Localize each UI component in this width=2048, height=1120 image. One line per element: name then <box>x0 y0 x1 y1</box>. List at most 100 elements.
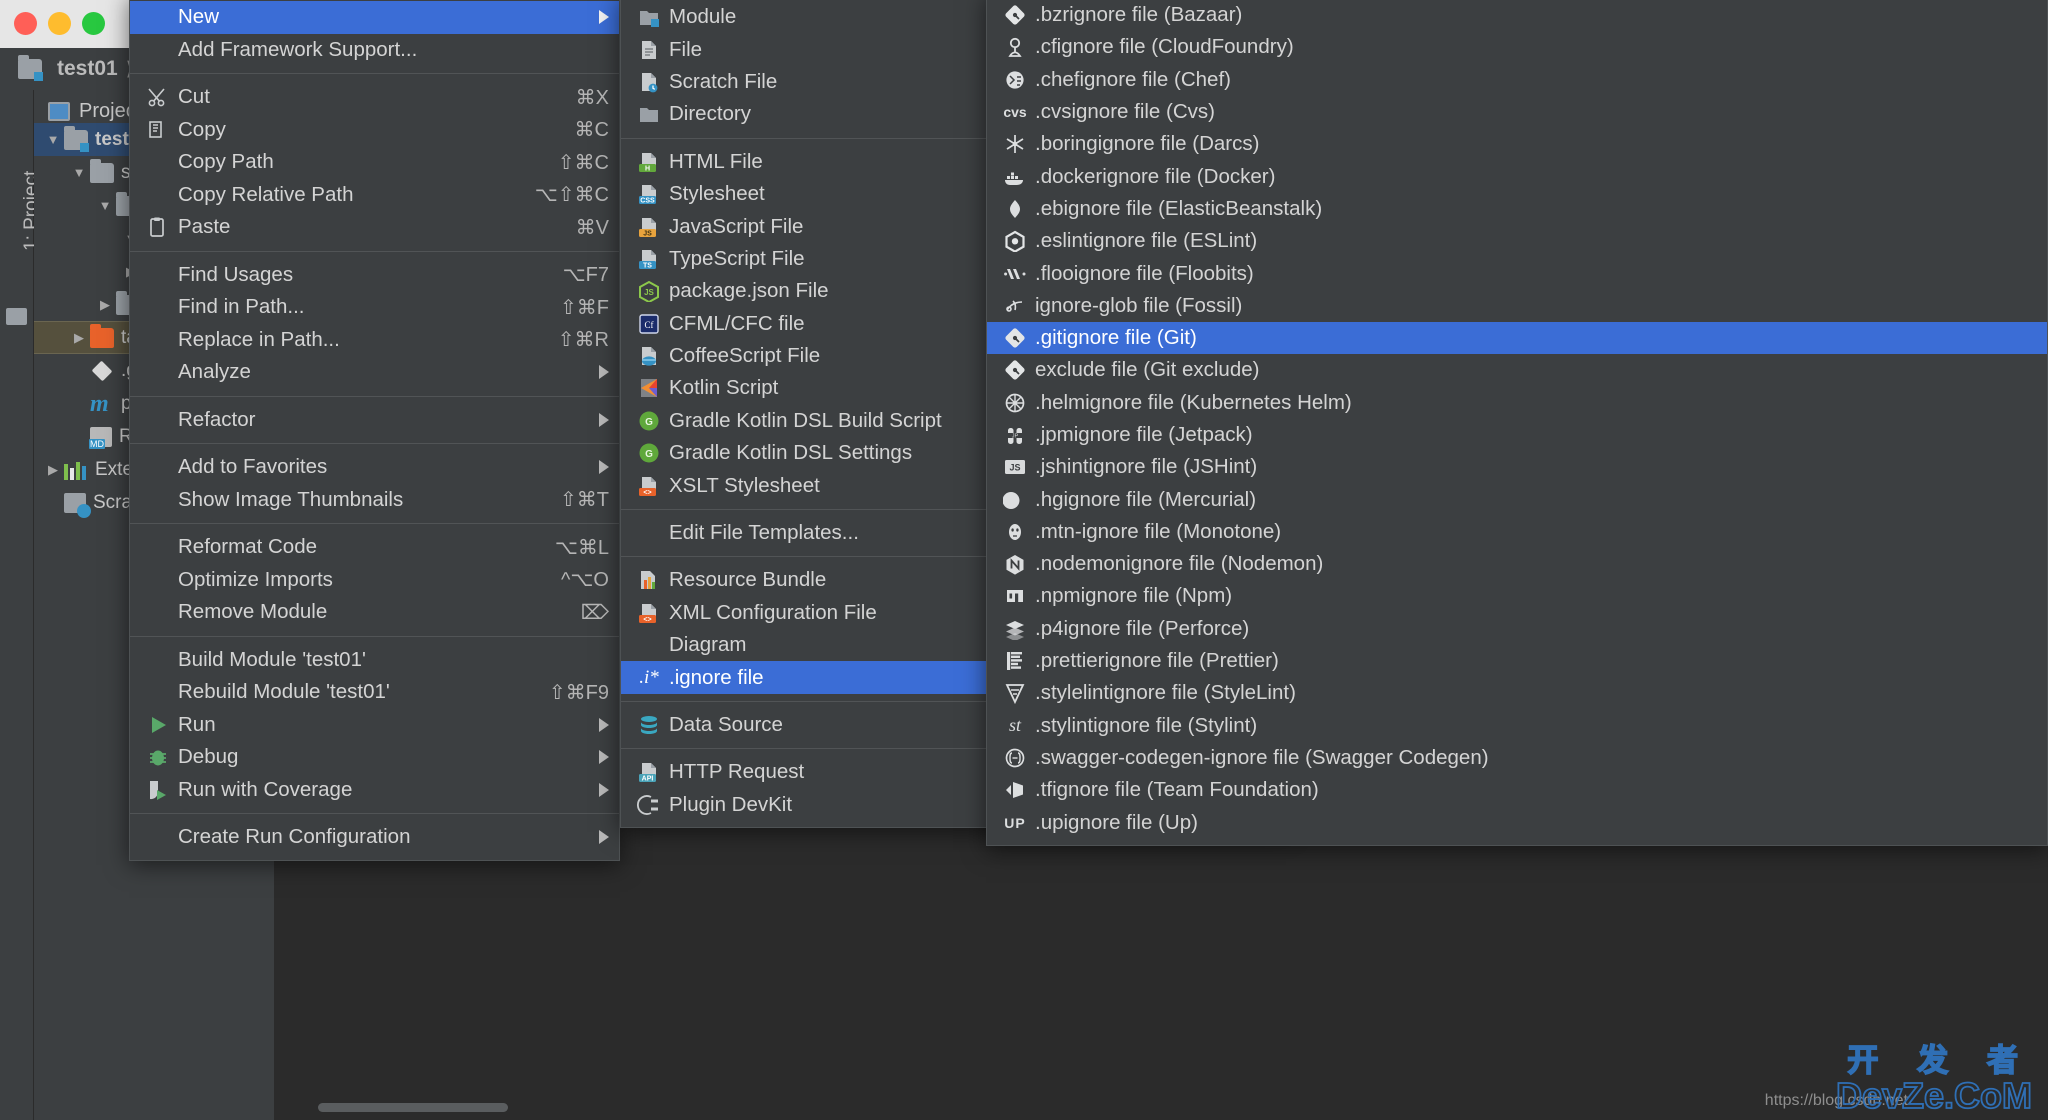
context-menu[interactable]: New Add Framework Support... Cut ⌘X Copy ⌘C Co… <box>129 0 620 861</box>
no-icon <box>144 328 172 352</box>
menu-item-build-module-test01[interactable]: Build Module 'test01' <box>130 644 619 677</box>
no-icon <box>144 488 172 512</box>
menu-item-gitignore-file-git[interactable]: .gitignore file (Git) <box>987 321 2047 355</box>
menu-item-label: Build Module 'test01' <box>178 647 366 671</box>
monotone-icon <box>1001 520 1029 544</box>
menu-item-label: Debug <box>178 745 239 769</box>
menu-item-show-image-thumbnails[interactable]: Show Image Thumbnails ⇧⌘T <box>130 484 619 517</box>
menu-item-copy-path[interactable]: Copy Path ⇧⌘C <box>130 146 619 179</box>
menu-item-run-with-coverage[interactable]: Run with Coverage <box>130 774 619 807</box>
submenu-arrow-icon <box>599 365 609 380</box>
perforce-icon <box>1001 617 1029 641</box>
menu-item-new[interactable]: New <box>130 1 619 34</box>
menu-item-paste[interactable]: Paste ⌘V <box>130 211 619 244</box>
menu-item-tfignore-file-team-foundation[interactable]: .tfignore file (Team Foundation) <box>987 774 2047 806</box>
scratch-file-icon <box>635 70 663 94</box>
breadcrumb-project[interactable]: test01 <box>57 57 118 81</box>
menu-item-optimize-imports[interactable]: Optimize Imports ^⌥O <box>130 564 619 597</box>
menu-item-add-to-favorites[interactable]: Add to Favorites <box>130 451 619 484</box>
debug-icon <box>144 745 172 769</box>
menu-item-rebuild-module-test01[interactable]: Rebuild Module 'test01' ⇧⌘F9 <box>130 676 619 709</box>
menu-item-cvsignore-file-cvs[interactable]: cvs .cvsignore file (Cvs) <box>987 96 2047 128</box>
menu-item-mtn-ignore-file-monotone[interactable]: .mtn-ignore file (Monotone) <box>987 516 2047 548</box>
menu-item-shortcut: ⌥⇧⌘C <box>534 184 609 207</box>
menu-item-swagger-codegen-ignore-file-swagger-codegen[interactable]: .swagger-codegen-ignore file (Swagger Co… <box>987 742 2047 774</box>
menu-item-debug[interactable]: Debug <box>130 741 619 774</box>
elasticbeanstalk-icon <box>1001 197 1029 221</box>
menu-item-remove-module[interactable]: Remove Module ⌦ <box>130 596 619 629</box>
menu-item-jpmignore-file-jetpack[interactable]: JP .jpmignore file (Jetpack) <box>987 419 2047 451</box>
menu-item-label: Optimize Imports <box>178 567 333 591</box>
menu-item-stylintignore-file-stylint[interactable]: st .stylintignore file (Stylint) <box>987 710 2047 742</box>
menu-item-cfignore-file-cloudfoundry[interactable]: .cfignore file (CloudFoundry) <box>987 31 2047 63</box>
menu-item-label: Run with Coverage <box>178 777 353 801</box>
no-icon <box>635 633 663 657</box>
collapse-arrow-icon[interactable]: ▼ <box>94 198 116 213</box>
menu-item-bzrignore-file-bazaar[interactable]: .bzrignore file (Bazaar) <box>987 0 2047 31</box>
menu-item-label: Copy Relative Path <box>178 182 354 206</box>
menu-item-label: Copy Path <box>178 150 274 174</box>
menu-item-find-in-path[interactable]: Find in Path... ⇧⌘F <box>130 291 619 324</box>
project-panel-icon <box>48 102 70 121</box>
menu-item-nodemonignore-file-nodemon[interactable]: .nodemonignore file (Nodemon) <box>987 548 2047 580</box>
collapse-arrow-icon[interactable]: ▼ <box>42 132 64 147</box>
menu-item-analyze[interactable]: Analyze <box>130 356 619 389</box>
menu-item-upignore-file-up[interactable]: UP .upignore file (Up) <box>987 806 2047 838</box>
menu-item-dockerignore-file-docker[interactable]: .dockerignore file (Docker) <box>987 160 2047 192</box>
menu-item-label: Remove Module <box>178 600 328 624</box>
minimize-window-button[interactable] <box>48 12 71 35</box>
no-icon <box>144 183 172 207</box>
no-icon <box>144 600 172 624</box>
menu-item-copy-relative-path[interactable]: Copy Relative Path ⌥⇧⌘C <box>130 179 619 212</box>
menu-item-create-run-configuration[interactable]: Create Run Configuration <box>130 821 619 854</box>
docker-icon <box>1001 165 1029 189</box>
menu-item-ignore-glob-file-fossil[interactable]: ignore-glob file (Fossil) <box>987 290 2047 322</box>
zoom-window-button[interactable] <box>82 12 105 35</box>
menu-item-ebignore-file-elasticbeanstalk[interactable]: .ebignore file (ElasticBeanstalk) <box>987 193 2047 225</box>
svg-text:CSS: CSS <box>640 198 655 205</box>
menu-item-add-framework-support[interactable]: Add Framework Support... <box>130 34 619 67</box>
close-window-button[interactable] <box>14 12 37 35</box>
structure-tool-icon[interactable] <box>6 308 27 325</box>
ignore-file-submenu[interactable]: .bzrignore file (Bazaar) .cfignore file (… <box>986 0 2048 846</box>
menu-item-label: .mtn-ignore file (Monotone) <box>1035 519 1282 543</box>
cvs-icon: cvs <box>1003 104 1027 121</box>
menu-item-helmignore-file-kubernetes-helm[interactable]: .helmignore file (Kubernetes Helm) <box>987 387 2047 419</box>
no-icon <box>144 680 172 704</box>
menu-item-boringignore-file-darcs[interactable]: .boringignore file (Darcs) <box>987 128 2047 160</box>
git-icon <box>1001 326 1029 350</box>
gradle-icon: G <box>635 409 663 433</box>
expand-arrow-icon[interactable]: ▶ <box>42 462 64 478</box>
markdown-icon <box>89 426 112 449</box>
menu-item-hgignore-file-mercurial[interactable]: .hgignore file (Mercurial) <box>987 483 2047 515</box>
menu-item-cut[interactable]: Cut ⌘X <box>130 81 619 114</box>
helm-icon <box>1001 391 1029 415</box>
expand-arrow-icon[interactable]: ▶ <box>68 330 90 346</box>
menu-item-exclude-file-git-exclude[interactable]: exclude file (Git exclude) <box>987 354 2047 386</box>
menu-item-copy[interactable]: Copy ⌘C <box>130 114 619 147</box>
menu-item-replace-in-path[interactable]: Replace in Path... ⇧⌘R <box>130 324 619 357</box>
collapse-arrow-icon[interactable]: ▼ <box>68 165 90 180</box>
menu-item-flooignore-file-floobits[interactable]: .flooignore file (Floobits) <box>987 257 2047 289</box>
horizontal-scrollbar[interactable] <box>318 1103 508 1112</box>
menu-item-stylelintignore-file-stylelint[interactable]: .stylelintignore file (StyleLint) <box>987 677 2047 709</box>
coverage-icon <box>144 778 172 802</box>
nodejs-icon: JS <box>635 279 663 303</box>
menu-item-run[interactable]: Run <box>130 709 619 742</box>
menu-item-reformat-code[interactable]: Reformat Code ⌥⌘L <box>130 531 619 564</box>
menu-item-refactor[interactable]: Refactor <box>130 404 619 437</box>
kotlin-icon <box>635 376 663 400</box>
menu-item-p4ignore-file-perforce[interactable]: .p4ignore file (Perforce) <box>987 613 2047 645</box>
menu-item-prettierignore-file-prettier[interactable]: .prettierignore file (Prettier) <box>987 645 2047 677</box>
expand-arrow-icon[interactable]: ▶ <box>94 297 116 313</box>
menu-item-jshintignore-file-jshint[interactable]: JS .jshintignore file (JSHint) <box>987 451 2047 483</box>
menu-item-find-usages[interactable]: Find Usages ⌥F7 <box>130 259 619 292</box>
nodemon-icon <box>1001 552 1029 576</box>
menu-item-shortcut: ⌘V <box>575 216 609 239</box>
darcs-icon <box>1001 132 1029 156</box>
menu-item-shortcut: ⇧⌘T <box>560 489 609 512</box>
menu-item-eslintignore-file-eslint[interactable]: .eslintignore file (ESLint) <box>987 225 2047 257</box>
menu-item-chefignore-file-chef[interactable]: .chefignore file (Chef) <box>987 64 2047 96</box>
menu-item-npmignore-file-npm[interactable]: .npmignore file (Npm) <box>987 580 2047 612</box>
fossil-icon <box>1001 294 1029 318</box>
